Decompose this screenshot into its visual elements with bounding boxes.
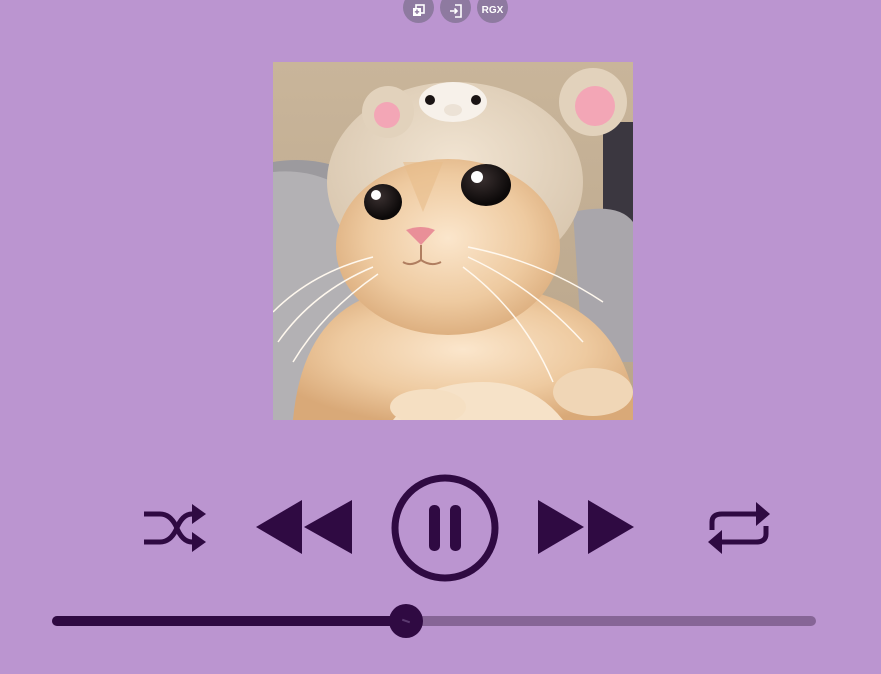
kitten-cover-image <box>273 62 633 420</box>
enter-icon <box>449 3 462 18</box>
pause-button[interactable] <box>389 472 501 584</box>
rgx-label: RGX <box>481 5 504 16</box>
rewind-icon <box>256 500 352 554</box>
copy-window-button[interactable] <box>403 0 434 23</box>
repeat-button[interactable] <box>704 500 774 556</box>
fast-forward-icon <box>538 500 634 554</box>
rewind-button[interactable] <box>254 498 354 556</box>
fast-forward-button[interactable] <box>536 498 636 556</box>
enter-button[interactable] <box>440 0 471 23</box>
overlay-toolbar: RGX <box>403 0 508 23</box>
music-player: RGX <box>0 0 881 674</box>
progress-fill <box>52 616 407 626</box>
shuffle-button[interactable] <box>140 500 208 556</box>
album-cover <box>273 62 633 420</box>
progress-track <box>52 616 816 626</box>
progress-thumb[interactable] <box>389 604 424 638</box>
repeat-icon <box>708 502 770 554</box>
shuffle-icon <box>144 504 206 552</box>
rgx-button[interactable]: RGX <box>477 0 508 23</box>
copy-window-icon <box>412 3 425 16</box>
progress-slider[interactable] <box>52 604 816 638</box>
pause-icon <box>391 474 499 582</box>
